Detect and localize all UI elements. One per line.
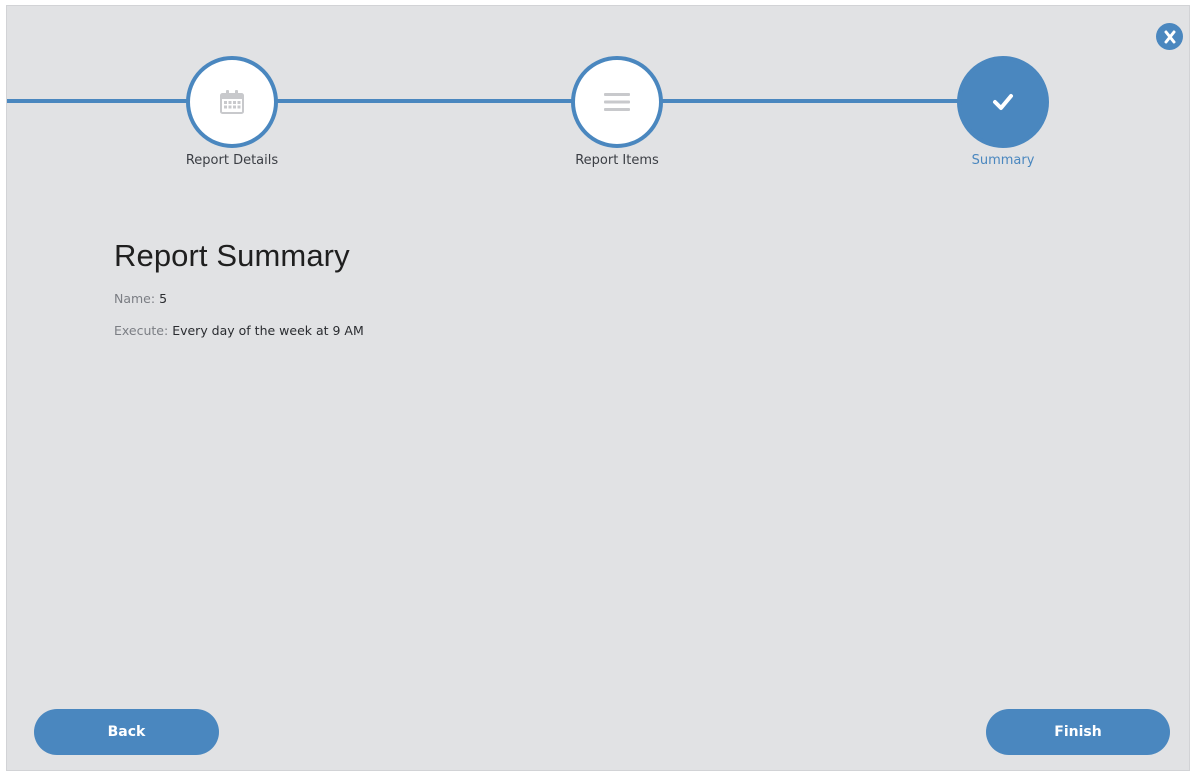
step-label: Report Items: [575, 153, 659, 168]
wizard-stepper: Report Details Report Items Summary: [7, 6, 1191, 186]
step-circle: [186, 56, 278, 148]
execute-field: Execute: Every day of the week at 9 AM: [114, 322, 364, 340]
step-label: Report Details: [185, 153, 279, 168]
step-circle: [571, 56, 663, 148]
name-value: 5: [159, 291, 168, 306]
list-icon: [604, 93, 630, 111]
step-report-items[interactable]: Report Items: [517, 56, 717, 186]
step-summary[interactable]: Summary: [903, 56, 1103, 186]
step-report-details[interactable]: Report Details: [132, 56, 332, 186]
execute-value: Every day of the week at 9 AM: [172, 323, 364, 338]
report-wizard-dialog: Report Details Report Items Summary Repo…: [6, 5, 1190, 771]
execute-label: Execute:: [114, 323, 169, 338]
step-circle: [957, 56, 1049, 148]
back-button[interactable]: Back: [34, 709, 219, 755]
finish-button[interactable]: Finish: [986, 709, 1170, 755]
name-label: Name:: [114, 291, 156, 306]
name-field: Name: 5: [114, 290, 364, 308]
check-icon: [993, 94, 1013, 110]
calendar-icon: [220, 90, 244, 114]
summary-panel: Report Summary Name: 5 Execute: Every da…: [114, 238, 364, 340]
page-title: Report Summary: [114, 238, 350, 273]
step-label: Summary: [971, 153, 1035, 168]
